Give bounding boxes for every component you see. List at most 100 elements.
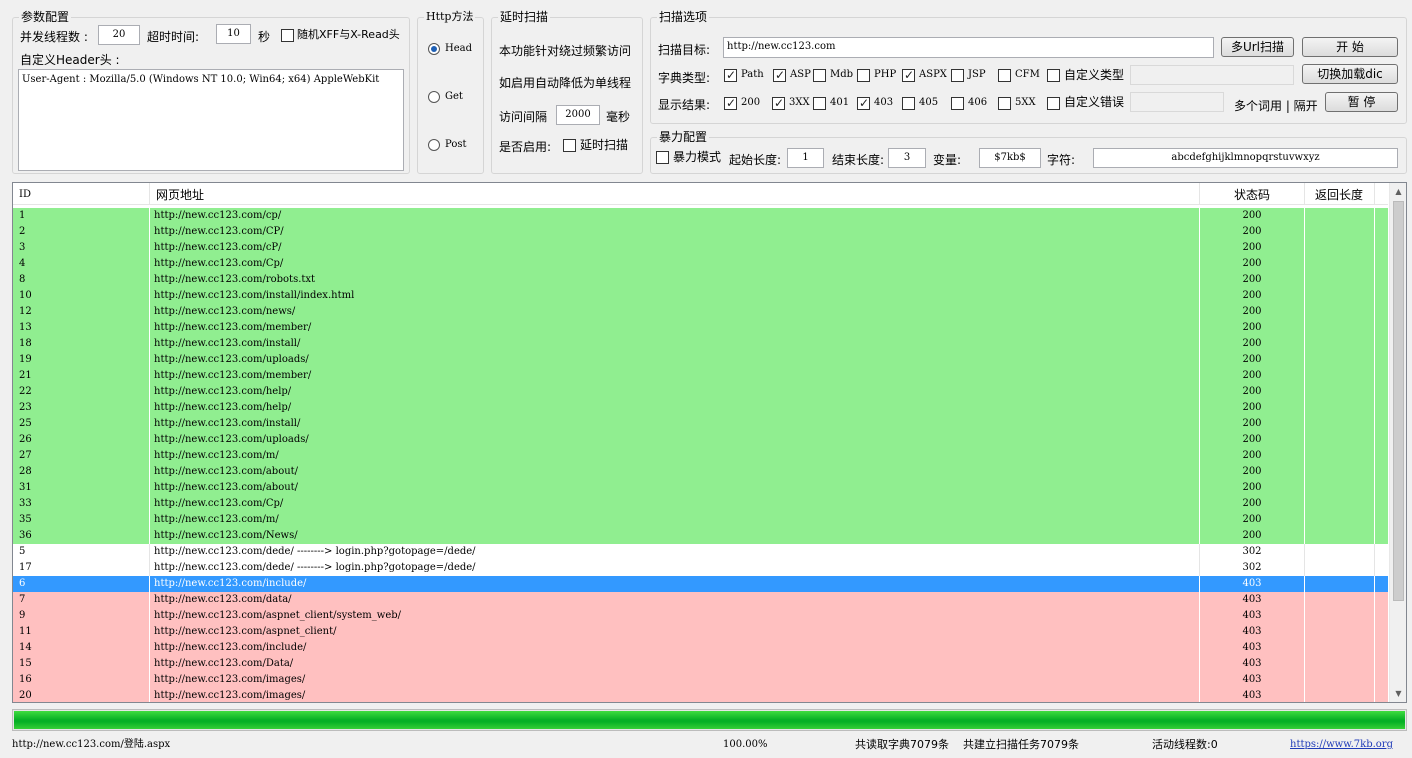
dict-php-checkbox[interactable]: [857, 69, 870, 82]
timeout-input[interactable]: 10: [216, 24, 251, 44]
table-row[interactable]: 35 http://new.cc123.com/m/200: [13, 512, 1388, 528]
result-5xx-checkbox[interactable]: [998, 97, 1011, 110]
var-input[interactable]: $7kb$: [979, 148, 1041, 168]
table-row[interactable]: 6 http://new.cc123.com/include/403: [13, 576, 1388, 592]
radio-get[interactable]: [428, 91, 440, 103]
header-textarea[interactable]: User-Agent : Mozilla/5.0 (Windows NT 10.…: [18, 69, 404, 171]
result-401-checkbox[interactable]: [813, 97, 826, 110]
custom-error-input[interactable]: [1130, 92, 1224, 112]
start-len-input[interactable]: 1: [787, 148, 824, 168]
results-list[interactable]: ID 网页地址 状态码 返回长度 1 http://new.cc123.com/c…: [12, 182, 1407, 703]
table-row[interactable]: 15 http://new.cc123.com/Data/403: [13, 656, 1388, 672]
end-len-input[interactable]: 3: [888, 148, 926, 168]
radio-post[interactable]: [428, 139, 440, 151]
cell-id: 17: [13, 560, 150, 576]
custom-error-checkbox[interactable]: [1047, 97, 1060, 110]
table-row[interactable]: 36 http://new.cc123.com/News/200: [13, 528, 1388, 544]
scroll-down-icon[interactable]: ▼: [1390, 685, 1406, 702]
table-row[interactable]: 5 http://new.cc123.com/dede/ --------> lo…: [13, 544, 1388, 560]
col-id-header[interactable]: ID: [13, 183, 150, 205]
cell-status: 200: [1200, 304, 1305, 320]
table-row[interactable]: 10 http://new.cc123.com/install/index.htm…: [13, 288, 1388, 304]
table-row[interactable]: 2 http://new.cc123.com/CP/200: [13, 224, 1388, 240]
table-row[interactable]: 28 http://new.cc123.com/about/200: [13, 464, 1388, 480]
table-row[interactable]: 11 http://new.cc123.com/aspnet_client/403: [13, 624, 1388, 640]
table-row[interactable]: 16 http://new.cc123.com/images/403: [13, 672, 1388, 688]
cell-status: 403: [1200, 656, 1305, 672]
table-row[interactable]: 18 http://new.cc123.com/install/200: [13, 336, 1388, 352]
table-row[interactable]: 20 http://new.cc123.com/images/403: [13, 688, 1388, 702]
dict-aspx-checkbox[interactable]: [902, 67, 915, 83]
result-403-checkbox[interactable]: [857, 95, 870, 111]
cell-status: 200: [1200, 256, 1305, 272]
table-row[interactable]: 17 http://new.cc123.com/dede/ --------> l…: [13, 560, 1388, 576]
table-row[interactable]: 33 http://new.cc123.com/Cp/200: [13, 496, 1388, 512]
multi-url-button[interactable]: 多Url扫描: [1221, 37, 1294, 57]
delay-desc-1: 本功能针对绕过频繁访问: [499, 44, 632, 58]
cell-length: [1305, 624, 1375, 640]
table-row[interactable]: 26 http://new.cc123.com/uploads/200: [13, 432, 1388, 448]
result-405-checkbox[interactable]: [902, 97, 915, 110]
delay-enable-checkbox-label: 延时扫描: [580, 138, 629, 152]
dict-jsp-checkbox[interactable]: [951, 69, 964, 82]
pause-button[interactable]: 暂 停: [1325, 92, 1398, 112]
col-status-header[interactable]: 状态码: [1200, 183, 1305, 205]
start-button[interactable]: 开 始: [1302, 37, 1398, 57]
scroll-up-icon[interactable]: ▲: [1390, 183, 1406, 200]
result-406-checkbox[interactable]: [951, 97, 964, 110]
cell-id: 9: [13, 608, 150, 624]
dict-asp-checkbox[interactable]: [773, 67, 786, 83]
cell-id: 8: [13, 272, 150, 288]
switch-dic-button[interactable]: 切换加载dic: [1302, 64, 1398, 84]
cell-length: [1305, 384, 1375, 400]
charset-input[interactable]: abcdefghijklmnopqrstuvwxyz: [1093, 148, 1398, 168]
table-row[interactable]: 12 http://new.cc123.com/news/200: [13, 304, 1388, 320]
cell-url: http://new.cc123.com/install/: [150, 416, 1200, 432]
table-row[interactable]: 23 http://new.cc123.com/help/200: [13, 400, 1388, 416]
table-row[interactable]: 31 http://new.cc123.com/about/200: [13, 480, 1388, 496]
custom-type-input[interactable]: [1130, 65, 1294, 85]
params-group-title: 参数配置: [19, 10, 72, 24]
table-row[interactable]: 19 http://new.cc123.com/uploads/200: [13, 352, 1388, 368]
target-input[interactable]: http://new.cc123.com: [723, 37, 1214, 58]
table-row[interactable]: 4 http://new.cc123.com/Cp/200: [13, 256, 1388, 272]
cell-status: 200: [1200, 528, 1305, 544]
dict-mdb-checkbox[interactable]: [813, 69, 826, 82]
cell-id: 6: [13, 576, 150, 592]
result-label: 显示结果:: [658, 98, 711, 112]
table-row[interactable]: 3 http://new.cc123.com/cP/200: [13, 240, 1388, 256]
brute-mode-checkbox[interactable]: [656, 151, 669, 164]
result-3xx-checkbox[interactable]: [772, 95, 785, 111]
vertical-scrollbar[interactable]: ▲ ▼: [1389, 183, 1406, 702]
table-row[interactable]: 21 http://new.cc123.com/member/200: [13, 368, 1388, 384]
custom-type-checkbox[interactable]: [1047, 69, 1060, 82]
cell-url: http://new.cc123.com/aspnet_client/syste…: [150, 608, 1200, 624]
delay-enable-checkbox[interactable]: [563, 139, 576, 152]
dict-path-checkbox[interactable]: [724, 67, 737, 83]
table-row[interactable]: 13 http://new.cc123.com/member/200: [13, 320, 1388, 336]
table-row[interactable]: 27 http://new.cc123.com/m/200: [13, 448, 1388, 464]
col-length-header[interactable]: 返回长度: [1305, 183, 1375, 205]
cell-url: http://new.cc123.com/Data/: [150, 656, 1200, 672]
scroll-thumb[interactable]: [1393, 201, 1404, 601]
dict-cfm-checkbox[interactable]: [998, 69, 1011, 82]
radio-head[interactable]: [428, 43, 440, 55]
table-row[interactable]: 1 http://new.cc123.com/cp/200: [13, 208, 1388, 224]
results-header: ID 网页地址 状态码 返回长度: [13, 183, 1388, 205]
table-row[interactable]: 14 http://new.cc123.com/include/403: [13, 640, 1388, 656]
interval-input[interactable]: 2000: [556, 105, 600, 125]
table-row[interactable]: 22 http://new.cc123.com/help/200: [13, 384, 1388, 400]
cell-id: 16: [13, 672, 150, 688]
col-url-header[interactable]: 网页地址: [150, 183, 1200, 205]
random-xff-checkbox[interactable]: [281, 29, 294, 42]
cell-url: http://new.cc123.com/Cp/: [150, 496, 1200, 512]
table-row[interactable]: 8 http://new.cc123.com/robots.txt 200: [13, 272, 1388, 288]
threads-input[interactable]: 20: [98, 25, 140, 45]
site-link[interactable]: https://www.7kb.org: [1290, 738, 1393, 752]
table-row[interactable]: 25 http://new.cc123.com/install/200: [13, 416, 1388, 432]
cell-length: [1305, 240, 1375, 256]
table-row[interactable]: 7 http://new.cc123.com/data/403: [13, 592, 1388, 608]
table-row[interactable]: 9 http://new.cc123.com/aspnet_client/syst…: [13, 608, 1388, 624]
cell-id: 25: [13, 416, 150, 432]
result-200-checkbox[interactable]: [724, 95, 737, 111]
